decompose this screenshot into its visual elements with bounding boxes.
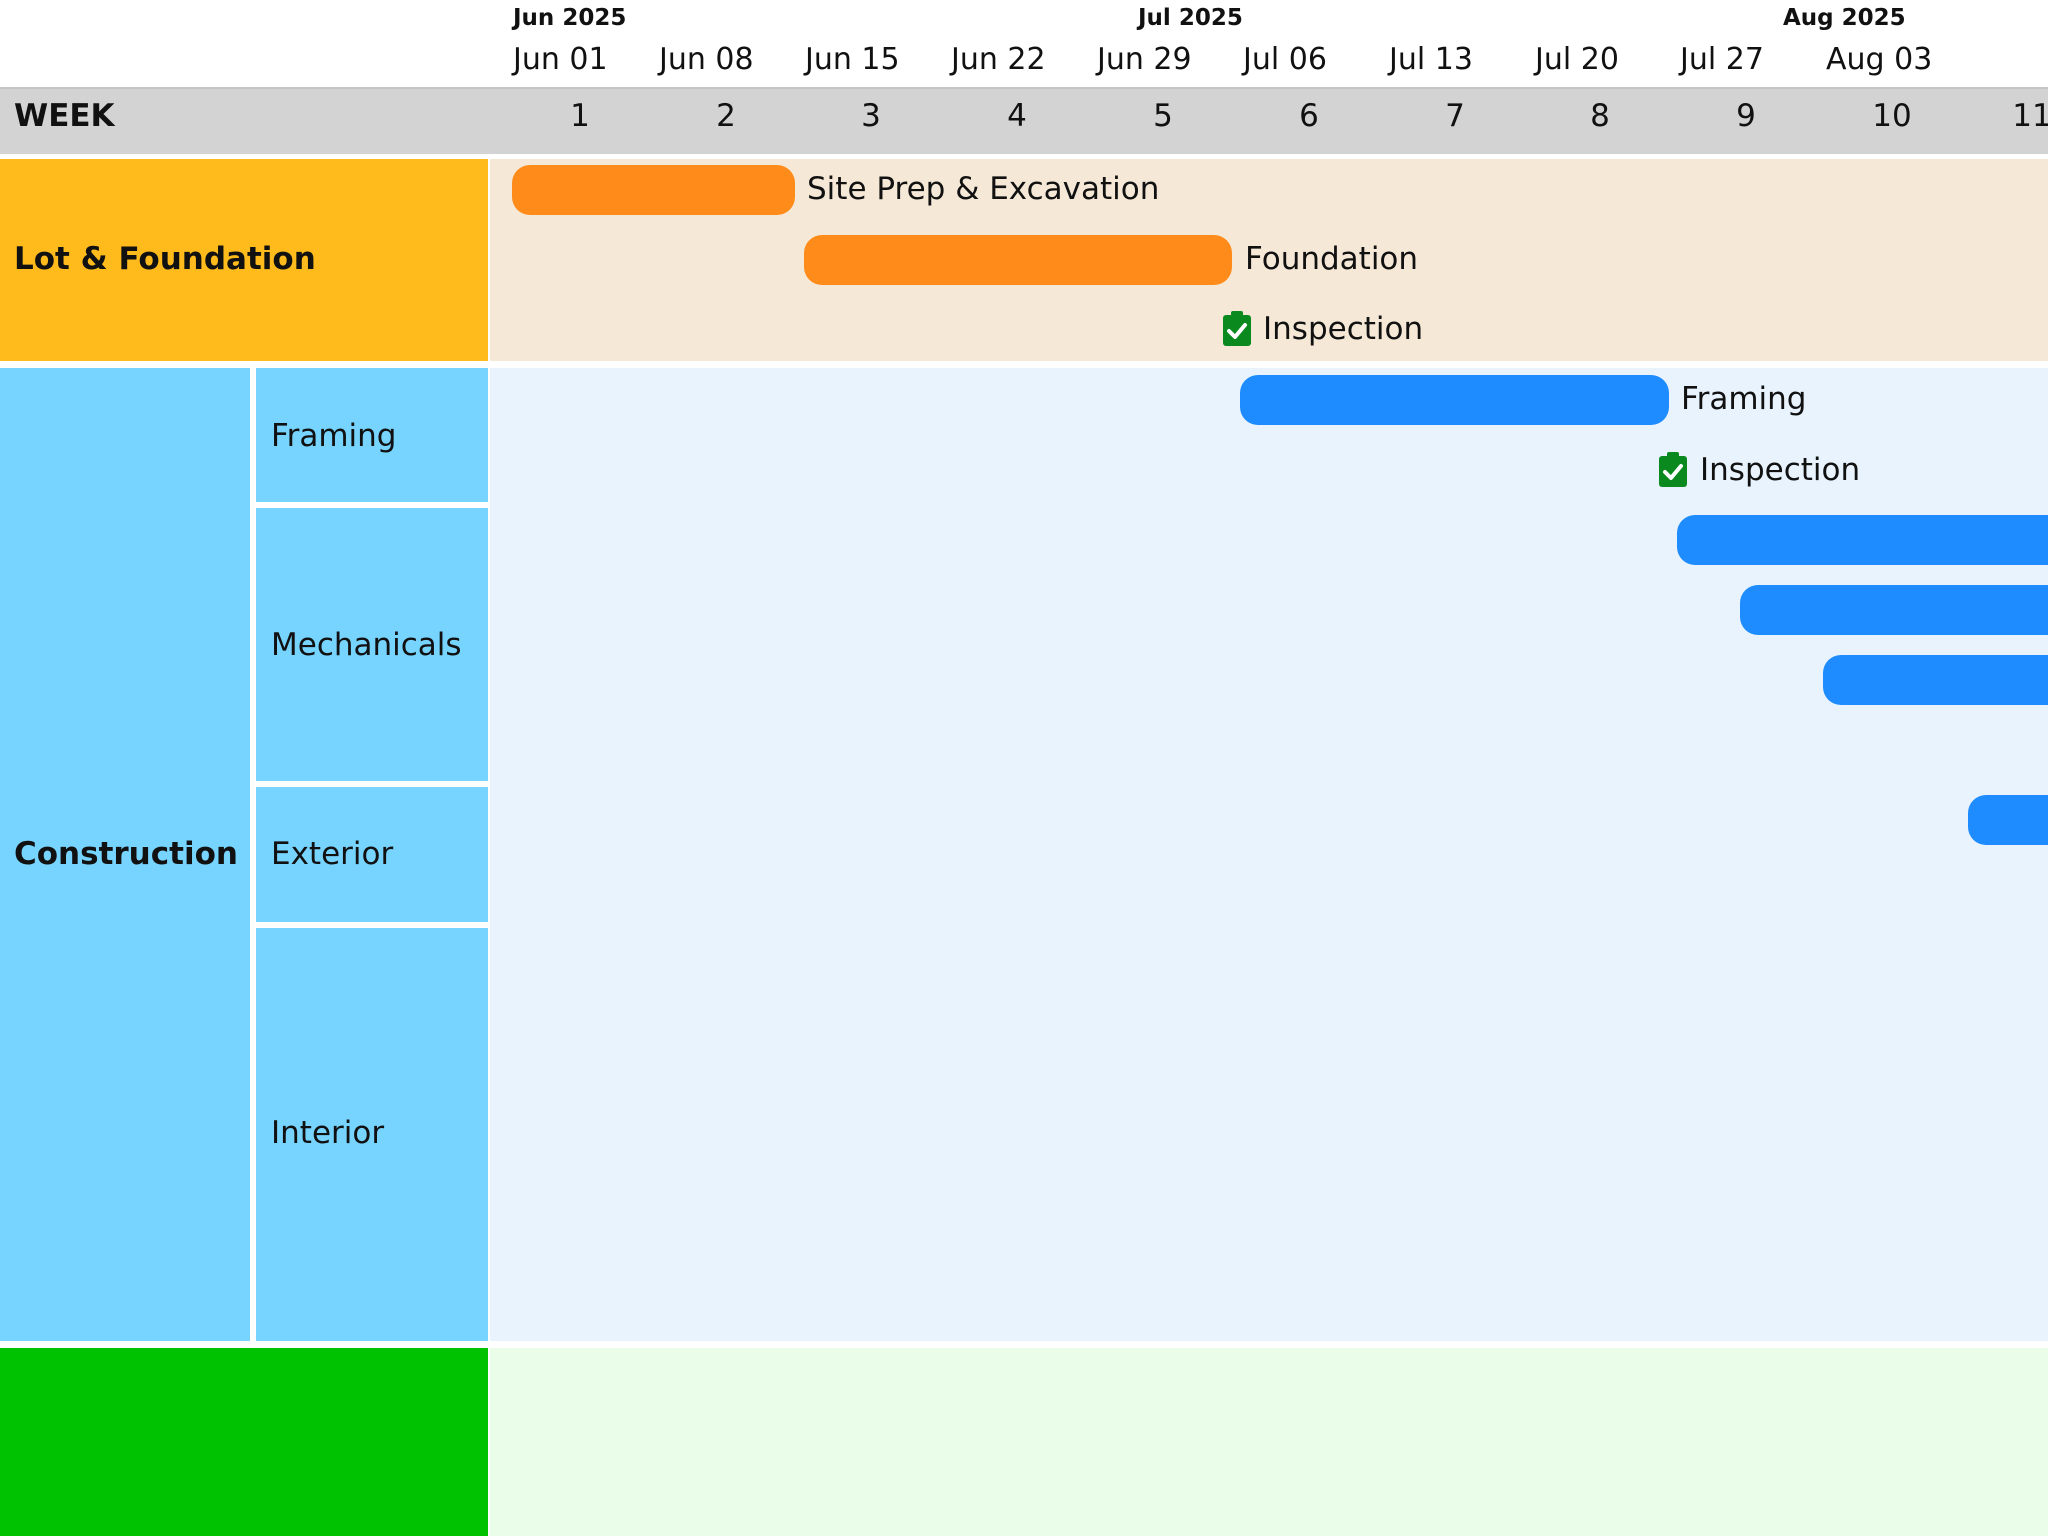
- clipboard-check-icon[interactable]: [1658, 452, 1688, 488]
- subgroup-label-interior: Interior: [271, 1115, 385, 1151]
- date-label: Jun 01: [513, 42, 608, 77]
- subgroup-label-framing: Framing: [271, 418, 397, 454]
- construction-band: [490, 368, 2048, 1341]
- week-number: 9: [1736, 98, 1756, 134]
- date-label: Jul 13: [1389, 42, 1473, 77]
- week-number: 8: [1590, 98, 1610, 134]
- task-bar-framing[interactable]: [1240, 375, 1669, 425]
- task-label-framing: Framing: [1681, 381, 1807, 417]
- task-label-site-prep: Site Prep & Excavation: [807, 171, 1160, 207]
- week-number: 4: [1007, 98, 1027, 134]
- task-bar[interactable]: [1677, 515, 2048, 565]
- task-label-inspection: Inspection: [1700, 452, 1861, 488]
- date-label: Jun 08: [659, 42, 754, 77]
- month-label-jul: Jul 2025: [1138, 5, 1243, 31]
- group-finish[interactable]: [0, 1348, 488, 1536]
- week-number: 10: [1872, 98, 1912, 134]
- week-number: 1: [570, 98, 590, 134]
- date-label: Jun 29: [1097, 42, 1192, 77]
- month-label-aug: Aug 2025: [1783, 5, 1906, 31]
- week-number: 3: [861, 98, 881, 134]
- task-label-inspection: Inspection: [1263, 311, 1424, 347]
- week-number: 11: [2012, 98, 2048, 134]
- task-label-foundation: Foundation: [1245, 241, 1419, 277]
- task-bar-foundation[interactable]: [804, 235, 1232, 285]
- date-label: Aug 03: [1826, 42, 1933, 77]
- task-bar[interactable]: [1823, 655, 2048, 705]
- subgroup-label-exterior: Exterior: [271, 836, 394, 872]
- week-number: 2: [716, 98, 736, 134]
- date-label: Jul 27: [1680, 42, 1764, 77]
- subgroup-label-mechanicals: Mechanicals: [271, 627, 462, 663]
- group-label-lot-foundation: Lot & Foundation: [14, 241, 316, 277]
- week-header-title: WEEK: [14, 98, 115, 134]
- group-label-construction: Construction: [14, 836, 238, 872]
- date-label: Jun 15: [805, 42, 900, 77]
- month-label-jun: Jun 2025: [513, 5, 627, 31]
- week-number: 7: [1445, 98, 1465, 134]
- task-bar[interactable]: [1740, 585, 2048, 635]
- task-bar[interactable]: [1968, 795, 2048, 845]
- date-label: Jul 06: [1243, 42, 1327, 77]
- date-label: Jul 20: [1535, 42, 1619, 77]
- task-bar-site-prep[interactable]: [512, 165, 795, 215]
- date-label: Jun 22: [951, 42, 1046, 77]
- week-number: 6: [1299, 98, 1319, 134]
- finish-band: [490, 1348, 2048, 1536]
- clipboard-check-icon[interactable]: [1222, 311, 1252, 347]
- week-number: 5: [1153, 98, 1173, 134]
